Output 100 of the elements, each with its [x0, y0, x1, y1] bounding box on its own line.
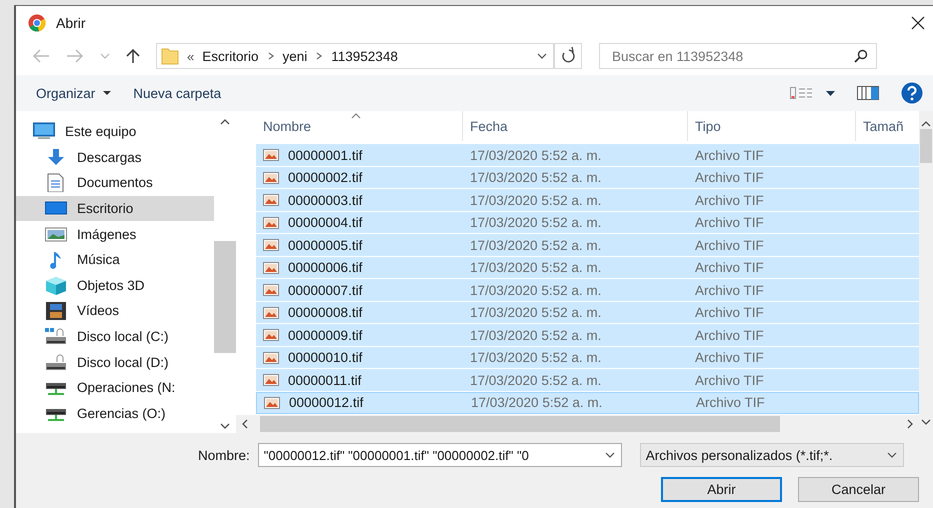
file-name: 00000007.tif: [288, 282, 362, 298]
view-options-button[interactable]: [790, 87, 835, 99]
file-row[interactable]: 00000004.tif 17/03/2020 5:52 a. m. Archivo TIF: [256, 212, 919, 234]
address-bar[interactable]: « Escritorio yeni 113952348: [156, 43, 554, 69]
filename-label: Nombre:: [198, 448, 250, 462]
help-icon[interactable]: [901, 82, 923, 104]
file-type: Archivo TIF: [694, 215, 765, 230]
file-date: 17/03/2020 5:52 a. m.: [469, 192, 602, 208]
details-view-icon: [790, 87, 812, 99]
file-date: 17/03/2020 5:52 a. m.: [469, 215, 602, 230]
sidebar-item[interactable]: Objetos 3D: [16, 272, 214, 298]
sidebar-item[interactable]: Documentos: [16, 170, 214, 196]
file-name: 00000012.tif: [289, 395, 364, 410]
film-icon: [45, 301, 67, 320]
chevron-icon: [315, 51, 324, 61]
breadcrumb-overflow[interactable]: «: [187, 48, 194, 64]
column-header[interactable]: Nombre: [256, 111, 463, 141]
sidebar-item[interactable]: Descargas: [16, 144, 214, 170]
file-row[interactable]: 00000009.tif 17/03/2020 5:52 a. m. Archivo TIF: [256, 324, 919, 346]
drive-icon: [45, 327, 67, 346]
scroll-down-icon[interactable]: [220, 423, 230, 429]
organize-button[interactable]: Organizar: [36, 86, 112, 100]
sidebar-item[interactable]: Gerencias (O:): [16, 400, 214, 426]
column-header[interactable]: Tipo: [688, 111, 856, 141]
file-type-dropdown[interactable]: Archivos personalizados (*.tif;*.: [640, 443, 904, 467]
file-name: 00000001.tif: [288, 148, 362, 163]
file-row[interactable]: 00000001.tif 17/03/2020 5:52 a. m. Archivo TIF: [256, 144, 919, 166]
breadcrumb-item[interactable]: 113952348: [331, 48, 398, 64]
sidebar-item[interactable]: Música: [16, 246, 214, 273]
column-header[interactable]: Tamañ: [856, 111, 919, 141]
search-icon: [854, 49, 868, 63]
file-row[interactable]: 00000010.tif 17/03/2020 5:52 a. m. Archivo TIF: [256, 346, 919, 369]
dropdown-caret-icon[interactable]: [537, 52, 547, 60]
file-row[interactable]: 00000011.tif 17/03/2020 5:52 a. m. Archivo TIF: [256, 369, 919, 392]
file-date: 17/03/2020 5:52 a. m.: [470, 395, 604, 410]
image-file-icon: [263, 329, 279, 342]
filename-field[interactable]: "00000012.tif" "00000001.tif" "00000002.tif" "0: [258, 443, 622, 467]
sidebar-item[interactable]: Vídeos: [16, 298, 214, 324]
image-file-icon: [263, 172, 279, 184]
preview-pane-icon[interactable]: [857, 86, 879, 100]
caret-icon: [826, 90, 835, 96]
file-name: 00000011.tif: [288, 372, 362, 388]
sidebar-item[interactable]: Disco local (C:): [16, 324, 214, 350]
cancel-button[interactable]: Cancelar: [798, 477, 919, 502]
column-header[interactable]: Fecha: [463, 111, 688, 141]
file-row[interactable]: 00000007.tif 17/03/2020 5:52 a. m. Archivo TIF: [256, 279, 919, 302]
image-file-icon: [263, 306, 279, 319]
scrollbar-thumb[interactable]: [214, 241, 236, 353]
file-date: 17/03/2020 5:52 a. m.: [469, 328, 602, 343]
scrollbar-thumb[interactable]: [260, 416, 780, 432]
sidebar-item[interactable]: Operaciones (N:: [16, 374, 214, 401]
image-file-icon: [263, 262, 279, 274]
sidebar-item[interactable]: Disco local (D:): [16, 349, 214, 375]
dropdown-caret-icon: [604, 451, 615, 459]
close-icon[interactable]: [911, 16, 925, 30]
file-type: Archivo TIF: [694, 260, 765, 276]
scroll-up-icon[interactable]: [220, 119, 230, 125]
file-date: 17/03/2020 5:52 a. m.: [469, 350, 602, 366]
scroll-down-icon[interactable]: [921, 419, 931, 425]
image-file-icon: [263, 216, 279, 229]
scrollbar-thumb[interactable]: [920, 129, 932, 163]
refresh-icon[interactable]: [554, 43, 582, 69]
file-row[interactable]: 00000002.tif 17/03/2020 5:52 a. m. Archivo TIF: [256, 166, 919, 189]
file-type: Archivo TIF: [694, 305, 765, 320]
file-type: Archivo TIF: [694, 192, 765, 208]
image-file-icon: [263, 284, 279, 296]
sidebar-item[interactable]: Este equipo: [16, 119, 214, 145]
file-type: Archivo TIF: [694, 350, 765, 366]
file-row[interactable]: 00000012.tif 17/03/2020 5:52 a. m. Archivo TIF: [256, 392, 919, 414]
file-date: 17/03/2020 5:52 a. m.: [469, 170, 602, 186]
file-row[interactable]: 00000008.tif 17/03/2020 5:52 a. m. Archivo TIF: [256, 302, 919, 324]
file-name: 00000002.tif: [288, 170, 362, 186]
cube-icon: [45, 276, 67, 295]
browser-logo-icon: [28, 14, 46, 32]
file-row[interactable]: 00000005.tif 17/03/2020 5:52 a. m. Archivo TIF: [256, 234, 919, 256]
breadcrumb-item[interactable]: yeni: [282, 48, 308, 64]
computer-icon: [33, 122, 55, 142]
image-file-icon: [263, 194, 279, 206]
sidebar-item[interactable]: Imágenes: [16, 221, 214, 247]
scroll-right-icon[interactable]: [907, 419, 913, 429]
image-file-icon: [263, 149, 279, 162]
file-row[interactable]: 00000003.tif 17/03/2020 5:52 a. m. Archivo TIF: [256, 189, 919, 212]
file-type: Archivo TIF: [694, 372, 765, 388]
file-type: Archivo TIF: [694, 170, 765, 186]
search-field[interactable]: Buscar en 113952348: [599, 43, 877, 69]
breadcrumb-item[interactable]: Escritorio: [202, 48, 258, 64]
image-icon: [45, 224, 67, 244]
scroll-up-icon[interactable]: [921, 121, 931, 127]
file-type: Archivo TIF: [695, 395, 766, 410]
folder-icon: [161, 47, 179, 65]
file-date: 17/03/2020 5:52 a. m.: [469, 372, 602, 388]
sort-caret-icon: [350, 113, 361, 119]
up-arrow-icon[interactable]: [126, 48, 140, 64]
file-row[interactable]: 00000006.tif 17/03/2020 5:52 a. m. Archivo TIF: [256, 256, 919, 279]
scroll-left-icon[interactable]: [242, 419, 248, 429]
new-folder-button[interactable]: Nueva carpeta: [133, 86, 222, 100]
file-date: 17/03/2020 5:52 a. m.: [469, 238, 602, 253]
sidebar-item[interactable]: Escritorio: [16, 196, 214, 222]
open-button[interactable]: Abrir: [661, 477, 782, 502]
image-file-icon: [263, 352, 279, 364]
